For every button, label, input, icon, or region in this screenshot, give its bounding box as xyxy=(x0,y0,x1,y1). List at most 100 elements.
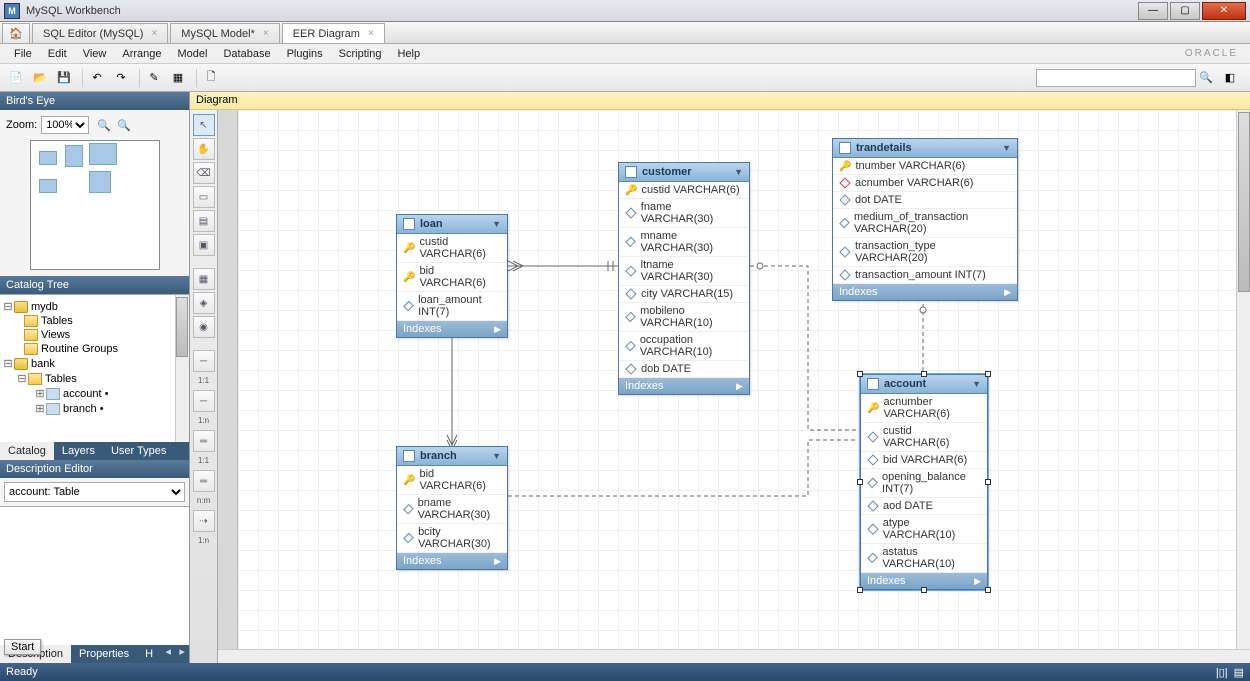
tab-sql-editor[interactable]: SQL Editor (MySQL) × xyxy=(32,23,168,43)
tree-node[interactable]: Routine Groups xyxy=(41,343,118,355)
status-panel-icon[interactable]: ▤ xyxy=(1234,666,1244,679)
start-button[interactable]: Start xyxy=(4,639,41,655)
collapse-icon[interactable]: ▼ xyxy=(972,379,981,389)
indexes-label[interactable]: Indexes xyxy=(867,575,906,587)
desc-tab-history[interactable]: H xyxy=(137,645,161,663)
tab-close-icon[interactable]: × xyxy=(368,28,374,39)
zoom-out-icon[interactable]: 🔍 xyxy=(115,116,133,134)
expand-icon[interactable]: ▶ xyxy=(494,556,501,567)
home-tab-icon[interactable]: 🏠 xyxy=(2,23,30,43)
catalog-tab-usertypes[interactable]: User Types xyxy=(103,442,174,460)
description-body[interactable] xyxy=(0,506,189,646)
app-logo-icon: M xyxy=(4,3,20,19)
undo-icon[interactable]: ↶ xyxy=(87,68,107,88)
expand-icon[interactable]: ▶ xyxy=(1004,287,1011,298)
tab-close-icon[interactable]: × xyxy=(263,28,269,39)
menu-help[interactable]: Help xyxy=(389,48,428,60)
menu-view[interactable]: View xyxy=(75,48,115,60)
menu-database[interactable]: Database xyxy=(215,48,278,60)
image-tool-icon[interactable]: ▣ xyxy=(193,234,215,256)
tab-label: SQL Editor (MySQL) xyxy=(43,28,143,40)
nav-prev-icon[interactable]: ◂ xyxy=(161,645,175,663)
entity-name: trandetails xyxy=(856,142,1002,154)
collapse-icon[interactable]: ▼ xyxy=(1002,143,1011,153)
tab-close-icon[interactable]: × xyxy=(151,28,157,39)
collapse-icon[interactable]: ▼ xyxy=(492,219,501,229)
nav-next-icon[interactable]: ▸ xyxy=(175,645,189,663)
hand-tool-icon[interactable]: ✋ xyxy=(193,138,215,160)
indexes-label[interactable]: Indexes xyxy=(839,286,878,298)
menu-plugins[interactable]: Plugins xyxy=(279,48,331,60)
menu-model[interactable]: Model xyxy=(170,48,216,60)
indexes-label[interactable]: Indexes xyxy=(403,323,442,335)
collapse-icon[interactable]: ▼ xyxy=(492,451,501,461)
routine-tool-icon[interactable]: ◉ xyxy=(193,316,215,338)
note-tool-icon[interactable]: ▤ xyxy=(193,210,215,232)
eraser-tool-icon[interactable]: ⌫ xyxy=(193,162,215,184)
new-file-icon[interactable]: 📄 xyxy=(6,68,26,88)
col-icon xyxy=(625,341,635,351)
tab-eer-diagram[interactable]: EER Diagram × xyxy=(282,23,385,43)
horizontal-scrollbar[interactable] xyxy=(218,649,1250,663)
open-file-icon[interactable]: 📂 xyxy=(30,68,50,88)
tree-node[interactable]: mydb xyxy=(31,301,58,313)
tree-node[interactable]: branch • xyxy=(63,403,104,415)
expand-icon[interactable]: ▶ xyxy=(974,576,981,587)
tree-scrollbar[interactable] xyxy=(175,295,189,442)
pointer-tool-icon[interactable]: ↖ xyxy=(193,114,215,136)
redo-icon[interactable]: ↷ xyxy=(111,68,131,88)
expand-icon[interactable]: ▶ xyxy=(494,324,501,335)
table-icon xyxy=(867,378,879,390)
table-tool-icon[interactable]: ▦ xyxy=(193,268,215,290)
tree-node[interactable]: bank xyxy=(31,358,55,370)
entity-trandetails[interactable]: trandetails▼ 🔑tnumber VARCHAR(6) acnumbe… xyxy=(832,138,1018,301)
catalog-tab-layers[interactable]: Layers xyxy=(54,442,103,460)
desc-tab-properties[interactable]: Properties xyxy=(71,645,137,663)
catalog-tab-catalog[interactable]: Catalog xyxy=(0,442,54,460)
tab-mysql-model[interactable]: MySQL Model* × xyxy=(170,23,279,43)
rel-existing-icon[interactable]: ⇢ xyxy=(193,510,215,532)
maximize-button[interactable]: ▢ xyxy=(1170,2,1200,20)
zoom-in-icon[interactable]: 🔍 xyxy=(95,116,113,134)
menu-edit[interactable]: Edit xyxy=(40,48,75,60)
rel-label: 1:n xyxy=(198,534,209,548)
search-input[interactable] xyxy=(1036,69,1196,87)
status-layout-icon[interactable]: |▯| xyxy=(1216,666,1228,679)
diagram-canvas[interactable]: loan▼ 🔑custid VARCHAR(6) 🔑bid VARCHAR(6)… xyxy=(218,110,1250,663)
minimize-button[interactable]: — xyxy=(1138,2,1168,20)
tree-node[interactable]: Tables xyxy=(45,373,77,385)
export-icon[interactable]: 🗋 xyxy=(201,68,221,88)
vertical-scrollbar[interactable] xyxy=(1236,110,1250,663)
entity-customer[interactable]: customer▼ 🔑custid VARCHAR(6) fname VARCH… xyxy=(618,162,750,395)
rel-n-m-icon[interactable]: ═ xyxy=(193,470,215,492)
rel-1-1-id-icon[interactable]: ═ xyxy=(193,430,215,452)
catalog-tree[interactable]: ⊟mydb Tables Views Routine Groups ⊟bank … xyxy=(0,294,189,442)
indexes-label[interactable]: Indexes xyxy=(625,380,664,392)
tree-node[interactable]: Tables xyxy=(41,315,73,327)
grid-icon[interactable]: ▦ xyxy=(168,68,188,88)
tree-node[interactable]: Views xyxy=(41,329,70,341)
entity-loan[interactable]: loan▼ 🔑custid VARCHAR(6) 🔑bid VARCHAR(6)… xyxy=(396,214,508,338)
entity-account[interactable]: account▼ 🔑acnumber VARCHAR(6) custid VAR… xyxy=(860,374,988,590)
view-tool-icon[interactable]: ◈ xyxy=(193,292,215,314)
rel-1-1-icon[interactable]: ─ xyxy=(193,350,215,372)
collapse-icon[interactable]: ▼ xyxy=(734,167,743,177)
tab-label: EER Diagram xyxy=(293,28,360,40)
validate-icon[interactable]: ✎ xyxy=(144,68,164,88)
menu-arrange[interactable]: Arrange xyxy=(114,48,169,60)
indexes-label[interactable]: Indexes xyxy=(403,555,442,567)
menu-scripting[interactable]: Scripting xyxy=(331,48,390,60)
zoom-select[interactable]: 100% xyxy=(41,116,89,134)
save-icon[interactable]: 💾 xyxy=(54,68,74,88)
expand-icon[interactable]: ▶ xyxy=(736,381,743,392)
entity-branch[interactable]: branch▼ 🔑bid VARCHAR(6) bname VARCHAR(30… xyxy=(396,446,508,570)
find-icon[interactable]: 🔍 xyxy=(1196,68,1216,88)
panel-toggle-icon[interactable]: ◧ xyxy=(1220,68,1240,88)
description-select[interactable]: account: Table xyxy=(4,482,185,502)
tree-node[interactable]: account • xyxy=(63,388,108,400)
close-button[interactable]: ✕ xyxy=(1202,2,1246,20)
layer-tool-icon[interactable]: ▭ xyxy=(193,186,215,208)
rel-1-n-icon[interactable]: ─ xyxy=(193,390,215,412)
minimap[interactable] xyxy=(30,140,160,270)
menu-file[interactable]: File xyxy=(6,48,40,60)
